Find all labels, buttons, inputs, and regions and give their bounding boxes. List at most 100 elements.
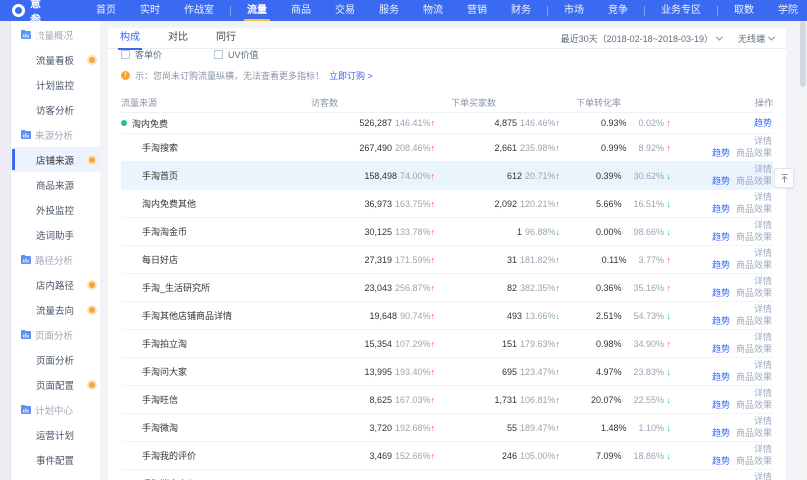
- item-effect-link[interactable]: 商品效果: [736, 232, 772, 242]
- trend-link[interactable]: 趋势: [712, 204, 730, 214]
- trend-link[interactable]: 趋势: [712, 148, 730, 158]
- trend-link[interactable]: 趋势: [712, 316, 730, 326]
- item-effect-link[interactable]: 商品效果: [736, 372, 772, 382]
- item-effect-link[interactable]: 商品效果: [736, 316, 772, 326]
- detail-link[interactable]: 详情: [754, 136, 772, 146]
- detail-link[interactable]: 详情: [754, 388, 772, 398]
- detail-link[interactable]: 详情: [754, 192, 772, 202]
- metric-checkbox-row: 客单价 UV价值: [108, 49, 786, 61]
- trend-link[interactable]: 趋势: [712, 232, 730, 242]
- sidebar-item-选词助手[interactable]: 选词助手: [12, 222, 100, 247]
- detail-link[interactable]: 详情: [754, 304, 772, 314]
- nav-item-竞争[interactable]: 竞争: [596, 0, 640, 21]
- detail-link[interactable]: 详情: [754, 332, 772, 342]
- nav-item-物流[interactable]: 物流: [411, 0, 455, 21]
- item-effect-link[interactable]: 商品效果: [736, 148, 772, 158]
- subscribe-link[interactable]: 立即订购 >: [329, 69, 373, 82]
- sidebar-collapse-strip[interactable]: [0, 21, 11, 480]
- scrollbar-thumb[interactable]: [800, 21, 806, 87]
- nav-item-业务专区[interactable]: 业务专区: [649, 0, 713, 21]
- terminal-select[interactable]: 无线端: [738, 32, 774, 45]
- up-arrow-icon: ↑: [431, 199, 436, 209]
- sidebar-item-事件配置[interactable]: 事件配置: [12, 447, 100, 472]
- sidebar-item-label: 流量看板: [36, 53, 74, 67]
- detail-link[interactable]: 详情: [754, 472, 772, 480]
- item-effect-link[interactable]: 商品效果: [736, 400, 772, 410]
- new-badge-dot: [89, 157, 95, 163]
- metric-checkbox-客单价[interactable]: 客单价: [121, 49, 162, 61]
- nav-item-市场[interactable]: 市场: [552, 0, 596, 21]
- sidebar-item-计划监控[interactable]: 计划监控: [12, 72, 100, 97]
- trend-link[interactable]: 趋势: [712, 176, 730, 186]
- detail-link[interactable]: 详情: [754, 416, 772, 426]
- item-effect-link[interactable]: 商品效果: [736, 344, 772, 354]
- nav-item-作战室[interactable]: 作战室: [172, 0, 226, 21]
- nav-item-营销[interactable]: 营销: [455, 0, 499, 21]
- scrollbar-track[interactable]: [799, 21, 807, 480]
- detail-link[interactable]: 详情: [754, 360, 772, 370]
- visitors-value: 30,125: [364, 227, 392, 237]
- trend-link[interactable]: 趋势: [712, 400, 730, 410]
- nav-item-交易[interactable]: 交易: [323, 0, 367, 21]
- checkbox-icon[interactable]: [214, 50, 223, 59]
- sidebar-item-运营计划[interactable]: 运营计划: [12, 422, 100, 447]
- nav-item-财务[interactable]: 财务: [499, 0, 543, 21]
- metric-checkbox-UV价值[interactable]: UV价值: [214, 49, 259, 61]
- sidebar-item-页面分析[interactable]: 页面分析: [12, 347, 100, 372]
- nav-item-首页[interactable]: 首页: [84, 0, 128, 21]
- ops-cell: 详情趋势商品效果: [701, 330, 773, 357]
- item-effect-link[interactable]: 商品效果: [736, 204, 772, 214]
- brand[interactable]: 生意参谋: [0, 0, 56, 43]
- table-row: 手淘搜索267,490208.46%↑2,661235.98%↑0.99%8.9…: [121, 134, 773, 162]
- visitors-value: 36,973: [364, 199, 392, 209]
- detail-link[interactable]: 详情: [754, 164, 772, 174]
- rate-value: 0.98%: [596, 339, 622, 349]
- ops-cell: 详情趋势商品效果: [701, 414, 773, 441]
- item-effect-link[interactable]: 商品效果: [736, 260, 772, 270]
- source-name: 手淘其他店铺商品详情: [142, 309, 232, 322]
- detail-link[interactable]: 详情: [754, 276, 772, 286]
- rate-cell: 0.99%8.92% ↑: [566, 143, 701, 153]
- trend-link[interactable]: 趋势: [712, 428, 730, 438]
- nav-item-服务[interactable]: 服务: [367, 0, 411, 21]
- trend-link[interactable]: 趋势: [754, 118, 772, 128]
- up-arrow-icon: ↑: [431, 171, 436, 181]
- sidebar-item-店内路径[interactable]: 店内路径: [12, 272, 100, 297]
- rate-value: 0.39%: [596, 171, 622, 181]
- item-effect-link[interactable]: 商品效果: [736, 456, 772, 466]
- sidebar-item-页面配置[interactable]: 页面配置: [12, 372, 100, 397]
- trend-link[interactable]: 趋势: [712, 456, 730, 466]
- nav-item-学院[interactable]: 学院: [766, 0, 807, 21]
- nav-item-流量[interactable]: 流量: [235, 0, 279, 21]
- rate-cell: 1.48%1.10% ↓: [566, 423, 701, 433]
- sidebar-item-访客分析[interactable]: 访客分析: [12, 97, 100, 122]
- date-range-select[interactable]: 最近30天（2018-02-18~2018-03-19）: [561, 32, 722, 45]
- nav-item-商品[interactable]: 商品: [279, 0, 323, 21]
- detail-link[interactable]: 详情: [754, 248, 772, 258]
- sidebar-item-流量去向[interactable]: 流量去向: [12, 297, 100, 322]
- tab-对比[interactable]: 对比: [168, 28, 188, 49]
- back-to-top-button[interactable]: [774, 168, 794, 188]
- sidebar-item-店铺来源[interactable]: 店铺来源: [12, 147, 100, 172]
- sidebar-item-商品来源[interactable]: 商品来源: [12, 172, 100, 197]
- buyers: 1,731106.81%↑: [441, 395, 566, 405]
- item-effect-link[interactable]: 商品效果: [736, 176, 772, 186]
- item-effect-link[interactable]: 商品效果: [736, 288, 772, 298]
- detail-link[interactable]: 详情: [754, 444, 772, 454]
- checkbox-icon[interactable]: [121, 50, 130, 59]
- tab-同行[interactable]: 同行: [216, 28, 236, 49]
- sidebar-item-外投监控[interactable]: 外投监控: [12, 197, 100, 222]
- trend-link[interactable]: 趋势: [712, 344, 730, 354]
- rate-value: 0.99%: [601, 143, 627, 153]
- nav-item-取数[interactable]: 取数: [722, 0, 766, 21]
- trend-link[interactable]: 趋势: [712, 288, 730, 298]
- buyers-value: 246: [502, 451, 517, 461]
- detail-link[interactable]: 详情: [754, 220, 772, 230]
- item-effect-link[interactable]: 商品效果: [736, 428, 772, 438]
- nav-item-实时[interactable]: 实时: [128, 0, 172, 21]
- tab-构成[interactable]: 构成: [120, 28, 140, 49]
- trend-link[interactable]: 趋势: [712, 260, 730, 270]
- nav-divider: [230, 6, 231, 16]
- trend-link[interactable]: 趋势: [712, 372, 730, 382]
- sidebar-item-流量看板[interactable]: 流量看板: [12, 47, 100, 72]
